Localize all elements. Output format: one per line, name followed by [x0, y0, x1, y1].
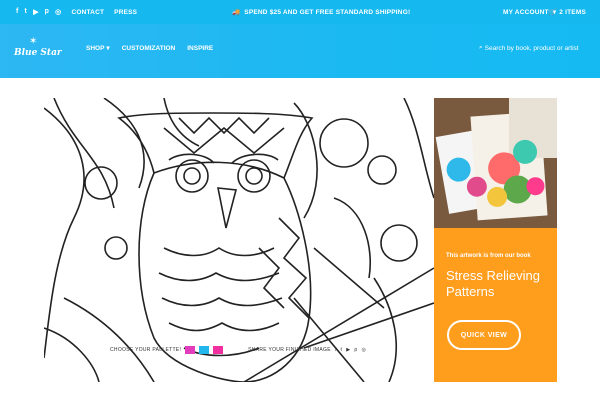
cart-icon: 🛒 [548, 9, 557, 16]
book-info-box: This artwork is from our book Stress Rel… [434, 228, 557, 382]
book-title[interactable]: Stress Relieving Patterns [446, 268, 551, 300]
shipping-promo-text: SPEND $25 AND GET FREE STANDARD SHIPPING… [244, 8, 411, 16]
cart-link[interactable]: 🛒 2 ITEMS [548, 8, 586, 17]
blue-star-logo[interactable]: ✶ Blue Star [14, 36, 62, 68]
facebook-icon[interactable]: f [335, 347, 337, 353]
pinterest-icon[interactable]: p [45, 8, 49, 16]
chevron-down-icon: ▾ [106, 45, 110, 52]
cart-count: 2 ITEMS [559, 8, 586, 16]
twitter-icon[interactable]: t [341, 347, 343, 353]
press-link[interactable]: PRESS [114, 9, 137, 16]
nav-shop[interactable]: SHOP ▾ [86, 44, 110, 53]
shipping-promo: 🚚 SPEND $25 AND GET FREE STANDARD SHIPPI… [232, 8, 411, 17]
logo-text: Blue Star [14, 48, 62, 58]
main-navigation: SHOP ▾ CUSTOMIZATION INSPIRE [86, 44, 213, 53]
main-header: ✶ Blue Star SHOP ▾ CUSTOMIZATION INSPIRE… [0, 24, 600, 78]
nav-label-inspire: INSPIRE [187, 44, 214, 52]
share-section: SHARE YOUR FINISHED IMAGE f t ▶ p ◎ [248, 347, 366, 353]
pinterest-icon[interactable]: p [354, 347, 357, 353]
nav-inspire[interactable]: INSPIRE [187, 44, 213, 52]
quick-view-button[interactable]: QUICK VIEW [447, 320, 521, 350]
palette-label: CHOOSE YOUR PALLETTE! [110, 347, 182, 353]
facebook-icon[interactable]: f [16, 8, 19, 16]
book-photo-illustration [434, 98, 557, 228]
search-field[interactable]: ⌕ Search by book, product or artist [479, 44, 579, 52]
contact-link[interactable]: CONTACT [71, 9, 104, 16]
owl-line-art [44, 98, 434, 382]
account-label: MY ACCOUNT [503, 8, 549, 16]
palette-swatch-1[interactable] [185, 346, 196, 354]
palette-swatch-2[interactable] [199, 346, 210, 354]
share-label: SHARE YOUR FINISHED IMAGE [248, 347, 331, 353]
truck-icon: 🚚 [232, 9, 241, 16]
search-icon: ⌕ [479, 44, 483, 51]
nav-customization[interactable]: CUSTOMIZATION [122, 44, 176, 52]
book-promo-panel: This artwork is from our book Stress Rel… [434, 98, 557, 382]
book-cover-image[interactable] [434, 98, 557, 228]
nav-label-shop: SHOP [86, 44, 105, 52]
instagram-icon[interactable]: ◎ [55, 8, 61, 16]
palette-share-bar: CHOOSE YOUR PALLETTE! SHARE YOUR FINISHE… [110, 343, 366, 357]
instagram-icon[interactable]: ◎ [362, 347, 367, 353]
top-utility-bar: f t ▶ p ◎ CONTACT PRESS 🚚 SPEND $25 AND … [0, 0, 600, 24]
search-placeholder: Search by book, product or artist [484, 44, 579, 52]
book-kicker: This artwork is from our book [446, 253, 531, 259]
youtube-icon[interactable]: ▶ [346, 347, 350, 353]
twitter-icon[interactable]: t [25, 8, 28, 16]
star-logo-icon: ✶ [29, 36, 38, 47]
youtube-icon[interactable]: ▶ [33, 8, 39, 16]
palette-swatch-3[interactable] [213, 346, 224, 354]
nav-label-customization: CUSTOMIZATION [121, 44, 176, 52]
social-links: f t ▶ p ◎ [16, 8, 61, 16]
coloring-artwork[interactable] [44, 98, 434, 382]
